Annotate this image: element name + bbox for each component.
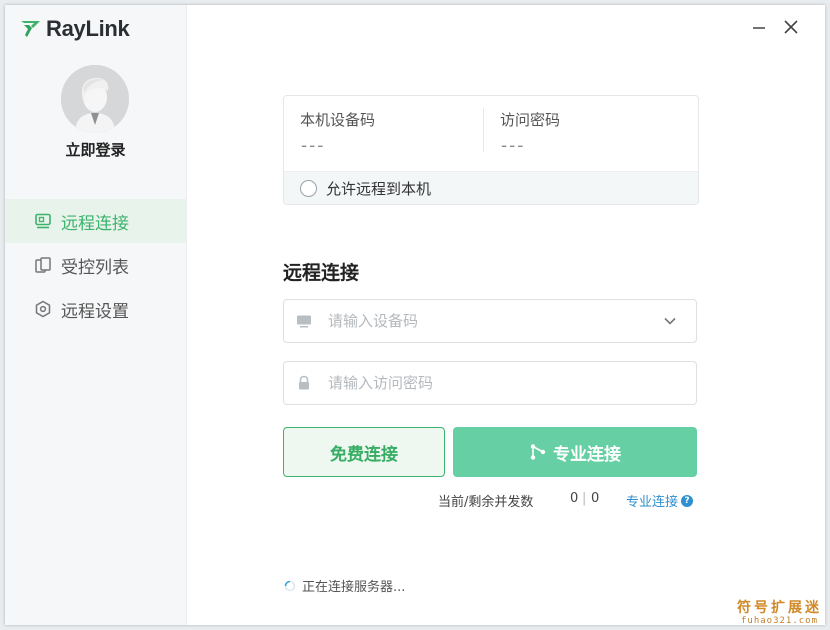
connection-status: 正在连接服务器... — [284, 576, 405, 595]
monitor-icon — [296, 313, 312, 329]
access-password-label: 访问密码 — [500, 111, 561, 129]
concurrency-separator: | — [582, 491, 587, 506]
watermark: 符号扩展迷 fuhao321.com — [737, 600, 822, 626]
allow-remote-radio[interactable] — [300, 179, 317, 197]
monitor-icon — [34, 212, 52, 230]
pro-connect-button[interactable]: 专业连接 — [453, 427, 697, 477]
sidebar-item-remote-settings[interactable]: 远程设置 — [5, 287, 186, 331]
pro-connect-link[interactable]: 专业连接 ? — [626, 491, 694, 510]
connection-nodes-icon — [529, 443, 547, 461]
sidebar-item-controlled-list[interactable]: 受控列表 — [5, 243, 186, 287]
logo: RayLink — [20, 16, 130, 41]
device-code-input[interactable] — [326, 311, 660, 331]
user-silhouette-icon — [61, 65, 129, 133]
access-password-input[interactable] — [326, 373, 696, 393]
device-info-card: 本机设备码 --- 访问密码 --- 允许远程到本机 — [283, 95, 699, 205]
chevron-down-icon — [664, 317, 676, 325]
watermark-line2: fuhao321.com — [740, 616, 819, 626]
history-dropdown-button[interactable] — [660, 311, 680, 331]
watermark-line1: 符号扩展迷 — [737, 600, 822, 616]
device-code-field[interactable] — [283, 299, 697, 343]
allow-remote-label: 允许远程到本机 — [326, 179, 432, 198]
main-panel: 本机设备码 --- 访问密码 --- 允许远程到本机 远程连接 请输入设备码 免… — [186, 5, 825, 625]
lock-icon — [296, 375, 312, 391]
sidebar: RayLink 立即登录 远程连接 受控列表 远程设置 — [5, 5, 187, 625]
sidebar-item-label: 受控列表 — [61, 257, 129, 278]
concurrency-remaining: 0 — [591, 491, 600, 506]
card-divider — [483, 108, 484, 152]
sidebar-nav: 远程连接 受控列表 远程设置 — [5, 199, 186, 331]
device-code-label: 本机设备码 — [300, 111, 376, 129]
raylink-logo-icon — [21, 21, 40, 37]
login-link[interactable]: 立即登录 — [5, 139, 186, 160]
logo-text: RayLink — [46, 16, 130, 41]
access-password-field[interactable] — [283, 361, 697, 405]
allow-remote-row[interactable]: 允许远程到本机 — [284, 171, 698, 204]
access-password-value[interactable]: --- — [501, 136, 525, 156]
device-code-value[interactable]: --- — [301, 136, 325, 156]
concurrency-current: 0 — [570, 491, 579, 506]
pro-connect-button-label: 专业连接 — [553, 444, 621, 465]
sidebar-item-remote-connect[interactable]: 远程连接 — [5, 199, 186, 243]
sidebar-item-label: 远程连接 — [61, 213, 129, 234]
section-title: 远程连接 — [283, 262, 360, 284]
avatar[interactable] — [61, 65, 129, 133]
sidebar-item-label: 远程设置 — [61, 301, 129, 322]
pro-connect-link-label: 专业连接 — [626, 495, 679, 510]
concurrency-label: 当前/剩余并发数 — [438, 495, 534, 510]
help-icon[interactable]: ? — [681, 494, 694, 507]
hexagon-settings-icon — [34, 300, 52, 318]
loading-spinner-icon — [284, 580, 296, 591]
connection-status-text: 正在连接服务器... — [302, 580, 406, 595]
free-connect-button[interactable]: 免费连接 — [283, 427, 445, 477]
devices-icon — [34, 256, 52, 274]
app-window: RayLink 立即登录 远程连接 受控列表 远程设置 本机设备码 --- 访问… — [5, 5, 825, 625]
